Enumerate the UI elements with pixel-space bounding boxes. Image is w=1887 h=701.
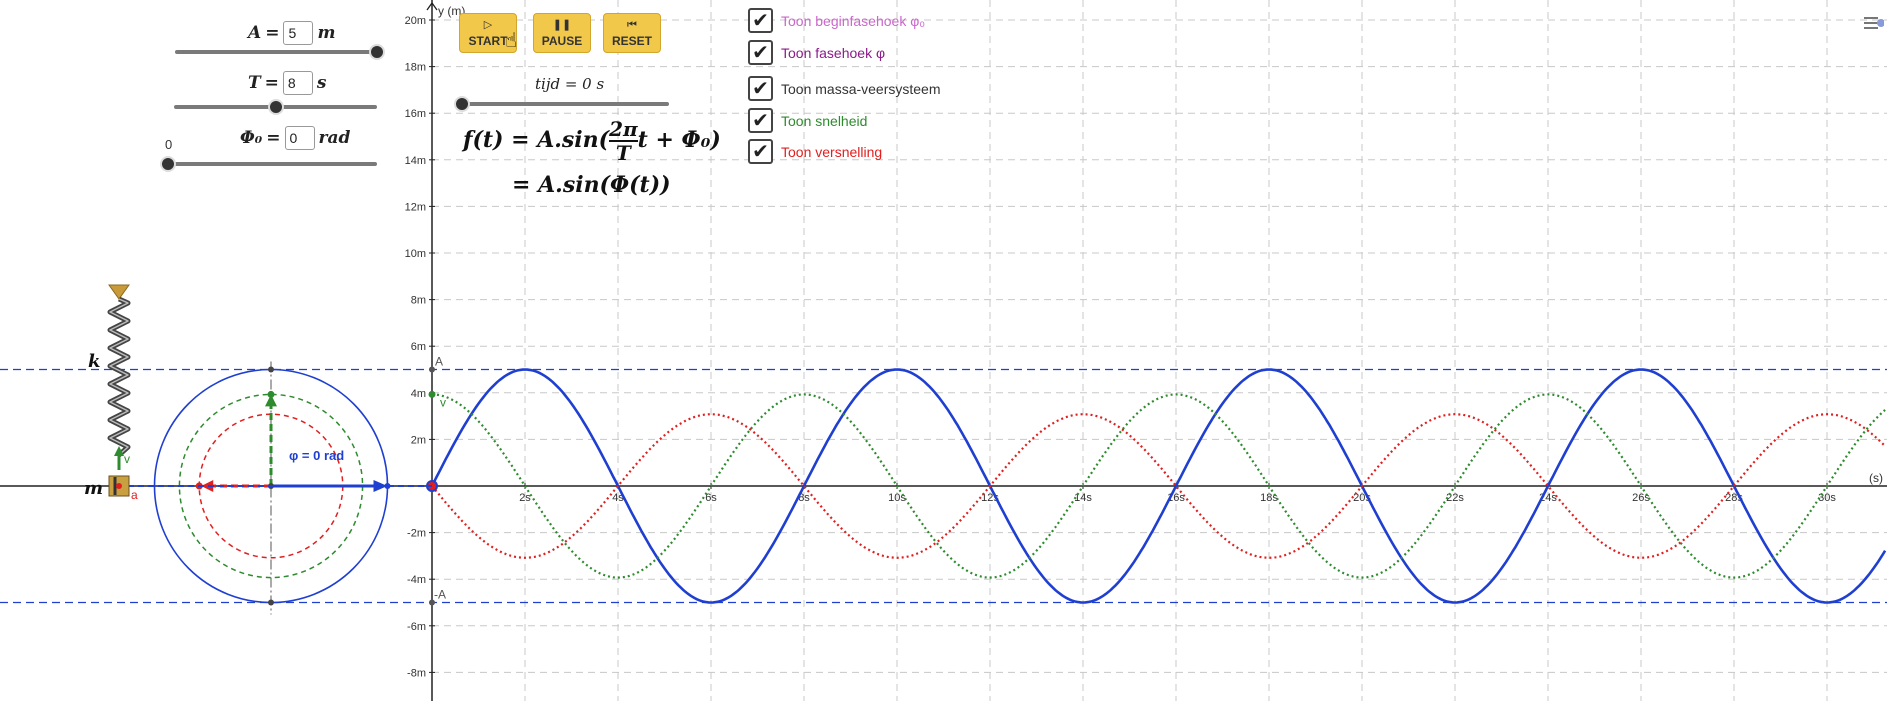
geogebra-applet: y (m) (s) 20m 18m 16m 14m 12m 10m 8m 6m 4m 2m -2m -4m… <box>0 0 1887 701</box>
play-icon: ▷ <box>483 19 493 31</box>
start-button-label: START <box>468 34 508 48</box>
checkbox-label: Toon versnelling <box>781 143 883 160</box>
slider-phi0-unit: rad <box>318 128 351 148</box>
velocity-arrowhead-icon <box>265 394 277 407</box>
formula-frac-num: 2π <box>609 117 638 141</box>
slider-phi0-input[interactable]: 0 <box>284 126 315 150</box>
formula-fraction: 2π T <box>609 118 638 164</box>
circle-top-point <box>268 366 274 373</box>
amplitude-label-bottom: -A <box>434 588 446 602</box>
slider-t-symbol: T <box>248 73 261 93</box>
pause-icon: ❚❚ <box>552 19 572 31</box>
checkbox-versnelling[interactable]: ✔ <box>748 139 773 164</box>
slider-t-unit: s <box>316 73 327 93</box>
y-tick-label: 2m <box>411 434 426 446</box>
slider-t-input[interactable]: 8 <box>282 71 313 95</box>
amplitude-label-top: A <box>435 355 443 369</box>
x-tick-label: 2s <box>519 492 531 504</box>
formula-frac-den: T <box>615 141 631 165</box>
slider-a-input[interactable]: 5 <box>283 21 314 45</box>
mass-label: m <box>84 478 103 499</box>
slider-phi0-knob[interactable] <box>160 156 176 172</box>
y-tick-label: 18m <box>405 62 426 74</box>
time-label: tijd = 0 s <box>535 75 605 93</box>
x-tick-label: 18s <box>1260 492 1278 504</box>
checkbox-label: Toon snelheid <box>781 112 868 129</box>
checkbox-row-beginfasehoek[interactable]: ✔ Toon beginfasehoek φ₀ <box>748 8 925 33</box>
equals-sign: = <box>266 128 281 148</box>
time-slider-knob[interactable] <box>454 96 470 112</box>
checkbox-row-snelheid[interactable]: ✔ Toon snelheid <box>748 108 867 133</box>
formula-line-1: f(t) = A.sin(2π Tt + Φ₀) <box>463 118 721 164</box>
phase-angle-label: φ = 0 rad <box>289 448 344 463</box>
y-tick-label: 20m <box>405 15 426 27</box>
slider-a-track[interactable] <box>175 50 377 54</box>
slider-t-label: T = 8 s <box>248 71 326 95</box>
checkbox-beginfasehoek[interactable]: ✔ <box>748 8 773 33</box>
x-tick-label: 26s <box>1632 492 1650 504</box>
equals-sign: = <box>264 73 279 93</box>
slider-a-label: A = 5 m <box>248 21 335 45</box>
reset-button-label: RESET <box>611 34 652 48</box>
pause-button[interactable]: ❚❚ PAUSE <box>533 13 591 53</box>
formula-line-2: = A.sin(Φ(t)) <box>512 172 671 198</box>
checkbox-row-massa-veersysteem[interactable]: ✔ Toon massa-veersysteem <box>748 76 941 101</box>
slider-phi0-min-label: 0 <box>165 137 173 152</box>
velocity-label: v <box>440 395 446 409</box>
slider-t-knob[interactable] <box>267 99 284 115</box>
y-tick-label: -4m <box>407 574 426 586</box>
spring-mount-icon <box>108 284 130 300</box>
circle-bottom-point <box>268 599 274 606</box>
amplitude-point-bottom <box>429 599 435 606</box>
y-tick-label: 14m <box>405 155 426 167</box>
amplitude-point-top <box>429 366 435 373</box>
y-tick-label: 4m <box>411 388 426 400</box>
y-tick-label: -8m <box>407 667 426 679</box>
formula-lhs: f(t) = A.sin( <box>463 127 610 153</box>
checkbox-massa-veersysteem[interactable]: ✔ <box>748 76 773 101</box>
checkbox-label: Toon beginfasehoek φ₀ <box>781 12 926 29</box>
checkbox-row-fasehoek[interactable]: ✔ Toon fasehoek φ <box>748 40 885 65</box>
y-tick-label: 8m <box>411 295 426 307</box>
slider-a-symbol: A <box>248 23 262 43</box>
slider-phi0-symbol: Φ₀ <box>240 128 263 148</box>
slider-a-unit: m <box>317 23 336 43</box>
y-tick-label: 6m <box>411 341 426 353</box>
checkbox-label: Toon massa-veersysteem <box>781 80 941 97</box>
slider-a-knob[interactable] <box>369 44 385 60</box>
mass-point <box>116 483 122 489</box>
pause-button-label: PAUSE <box>541 34 583 48</box>
slider-phi0-label: Φ₀ = 0 rad <box>240 126 350 150</box>
y-tick-label: 12m <box>405 201 426 213</box>
reset-icon: ⏮ <box>627 19 637 31</box>
equals-sign: = <box>265 23 280 43</box>
y-tick-label: 16m <box>405 108 426 120</box>
mass-velocity-label: v <box>124 452 130 466</box>
time-slider-track[interactable] <box>462 102 669 106</box>
slider-phi0-track[interactable] <box>168 162 377 166</box>
checkbox-label: Toon fasehoek φ <box>781 44 886 61</box>
hand-cursor-icon: ☝ <box>505 28 518 52</box>
velocity-start-point <box>428 390 436 398</box>
settings-menu-icon[interactable] <box>1862 12 1885 34</box>
reset-button[interactable]: ⏮ RESET <box>603 13 661 53</box>
y-tick-label: 10m <box>405 248 426 260</box>
formula-rhs: t + Φ₀) <box>637 127 721 153</box>
checkbox-row-versnelling[interactable]: ✔ Toon versnelling <box>748 139 882 164</box>
spring-constant-label: k <box>88 351 100 372</box>
settings-menu-glyph <box>1864 17 1885 29</box>
y-tick-label: -6m <box>407 621 426 633</box>
x-axis-label: (s) <box>1869 471 1883 485</box>
y-tick-label: -2m <box>407 528 426 540</box>
mass-acceleration-label: a <box>131 488 138 502</box>
checkbox-fasehoek[interactable]: ✔ <box>748 40 773 65</box>
x-tick-label: 10s <box>888 492 906 504</box>
checkbox-snelheid[interactable]: ✔ <box>748 108 773 133</box>
